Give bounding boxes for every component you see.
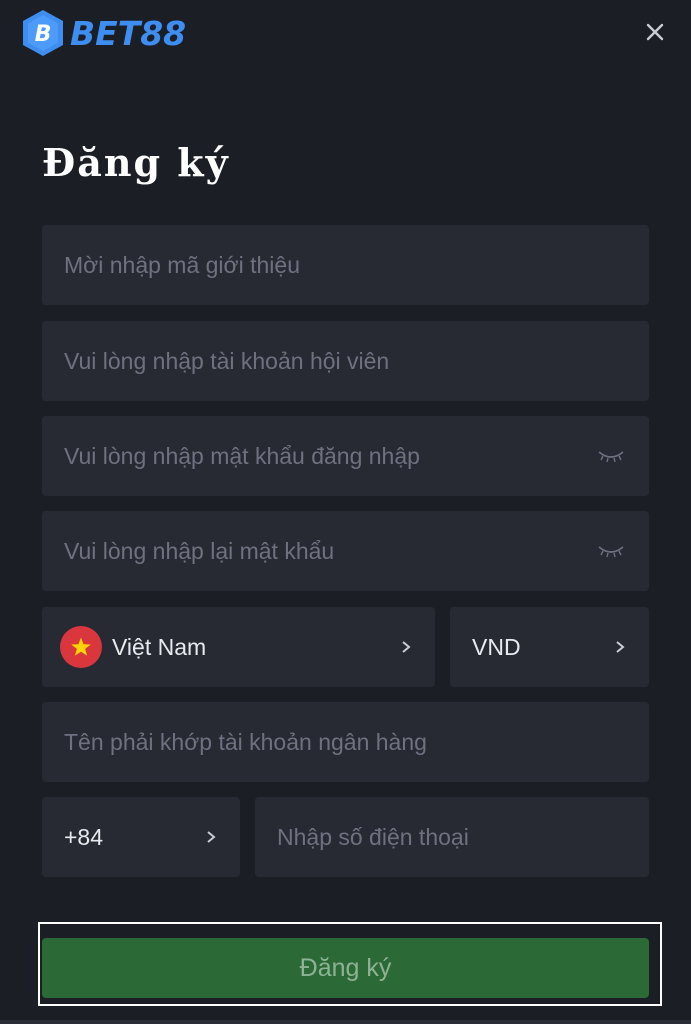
chevron-right-icon [207, 831, 216, 843]
country-select[interactable]: Việt Nam [42, 607, 435, 687]
phone-code-value: +84 [64, 823, 104, 850]
password-field [42, 416, 649, 496]
brand-name: BET88 [70, 13, 187, 53]
confirm-password-input[interactable] [42, 511, 649, 591]
username-field [42, 321, 649, 401]
close-button[interactable] [641, 18, 669, 46]
header: B BET88 [0, 0, 691, 70]
currency-value: VND [472, 633, 521, 660]
brand-logo: B BET88 [20, 8, 186, 58]
vietnam-flag-icon [60, 626, 102, 668]
page-title: Đăng ký [42, 140, 230, 185]
country-value: Việt Nam [112, 633, 207, 660]
register-button[interactable]: Đăng ký [42, 938, 649, 998]
username-input[interactable] [42, 321, 649, 401]
confirm-password-field [42, 511, 649, 591]
phone-number-input[interactable] [255, 797, 649, 877]
eye-closed-icon[interactable] [597, 448, 625, 464]
phone-field [255, 797, 649, 877]
referral-code-input[interactable] [42, 225, 649, 305]
chevron-right-icon [402, 641, 411, 653]
phone-code-select[interactable]: +84 [42, 797, 240, 877]
chevron-right-icon [616, 641, 625, 653]
currency-select[interactable]: VND [450, 607, 649, 687]
referral-field [42, 225, 649, 305]
password-input[interactable] [42, 416, 649, 496]
eye-closed-icon[interactable] [597, 543, 625, 559]
close-icon [646, 23, 664, 41]
fullname-field [42, 702, 649, 782]
bottom-divider [0, 1020, 691, 1024]
logo-badge-icon: B [23, 10, 63, 56]
fullname-input[interactable] [42, 702, 649, 782]
register-modal: B BET88 Đăng ký Mời nhập mã giới thiệu V… [0, 0, 691, 1024]
logo-letter: B [35, 22, 52, 47]
